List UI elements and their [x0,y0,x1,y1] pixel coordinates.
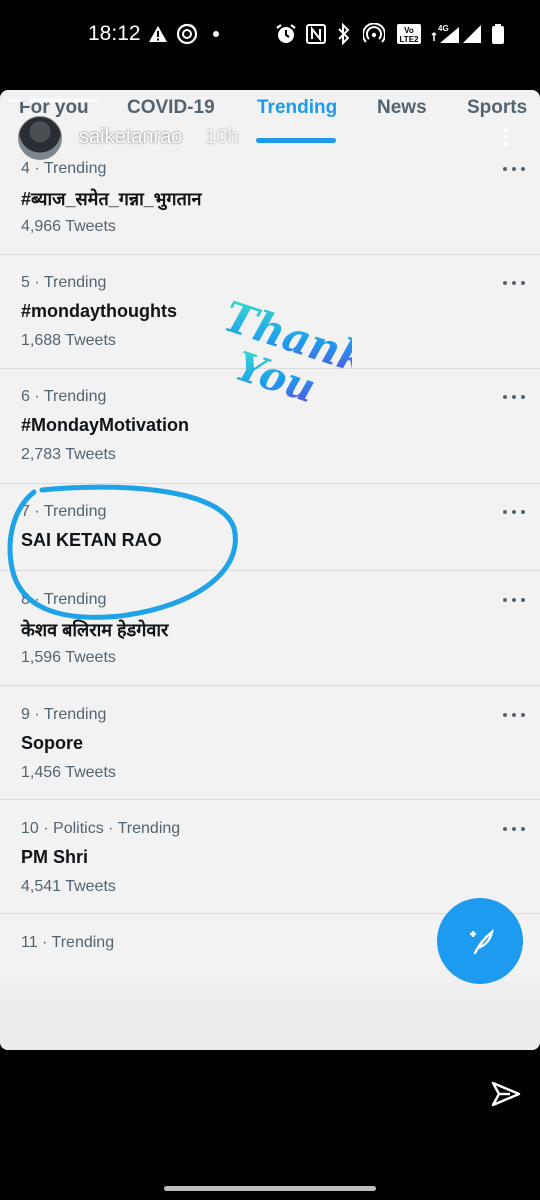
hotspot-icon [362,22,386,46]
svg-text:4G: 4G [438,24,449,33]
trend-meta: 11 · Trending [21,934,115,951]
trend-meta: 8 · Trending [21,591,107,608]
more-options-icon[interactable] [503,598,525,604]
trend-name: SAI KETAN RAO [21,530,162,550]
trend-name: #MondayMotivation [21,415,190,435]
nfc-icon [306,22,326,46]
story-age: 10h [205,126,239,148]
trend-item[interactable]: 4 · Trending #ब्याज_समेत_गन्ना_भुगतान 4,… [0,155,540,255]
trend-item[interactable]: 7 · Trending SAI KETAN RAO [0,484,540,571]
trend-item[interactable]: 10 · Politics · Trending PM Shri 4,541 T… [0,800,540,914]
trend-meta: 4 · Trending [21,160,107,177]
story-username[interactable]: saiketanrao [79,126,182,149]
trend-item[interactable]: 8 · Trending केशव बलिराम हेडगेवार 1,596 … [0,571,540,686]
more-options-icon[interactable] [503,281,525,287]
more-options-icon[interactable] [503,167,525,173]
signal-icon [461,22,483,46]
story-menu-icon[interactable] [500,126,512,150]
trend-item[interactable]: 9 · Trending Sopore 1,456 Tweets [0,686,540,800]
status-time: 18:12 [88,22,141,45]
send-icon[interactable] [490,1078,522,1110]
trend-count: 4,966 Tweets [21,218,116,235]
trend-count: 1,688 Tweets [21,332,116,349]
trend-count: 1,456 Tweets [21,764,116,781]
warning-icon [148,22,168,46]
trend-count: 4,541 Tweets [21,878,116,895]
trend-name: Sopore [21,733,84,753]
avatar[interactable] [18,116,62,160]
volte-icon: Vo LTE2 [396,22,422,46]
trend-meta: 10 · Politics · Trending [21,820,181,837]
story-progress-bar [8,99,98,102]
battery-icon [490,22,506,46]
svg-text:Vo: Vo [404,26,414,35]
more-options-icon[interactable] [503,510,525,516]
trend-meta: 7 · Trending [21,503,107,520]
bluetooth-icon [335,22,353,46]
trend-name: PM Shri [21,847,89,867]
thank-you-sticker: Thank You [218,292,352,413]
trend-count: 1,596 Tweets [21,649,116,666]
notification-dot [210,22,222,46]
trend-name: #mondaythoughts [21,301,177,321]
compose-feather-icon [470,929,494,955]
signal-4g-icon: 4G [428,22,460,46]
more-options-icon[interactable] [503,395,525,401]
compose-tweet-button[interactable] [437,898,523,984]
trend-name: #ब्याज_समेत_गन्ना_भुगतान [21,189,202,209]
trend-name: केशव बलिराम हेडगेवार [21,620,169,640]
status-bar: 18:12 Vo LTE2 4G [0,0,540,70]
music-app-icon [176,22,198,46]
story-card: For you COVID-19 Trending News Sports sa… [0,90,540,1050]
alarm-icon [275,22,297,46]
trend-count: 2,783 Tweets [21,446,116,463]
trend-meta: 6 · Trending [21,388,107,405]
svg-text:LTE2: LTE2 [400,35,420,44]
card-bottom-fade [0,970,540,1050]
home-indicator[interactable] [164,1186,376,1191]
more-options-icon[interactable] [503,827,525,833]
trend-list: 4 · Trending #ब्याज_समेत_गन्ना_भुगतान 4,… [0,155,540,994]
trend-meta: 5 · Trending [21,274,107,291]
trend-meta: 9 · Trending [21,706,107,723]
more-options-icon[interactable] [503,713,525,719]
